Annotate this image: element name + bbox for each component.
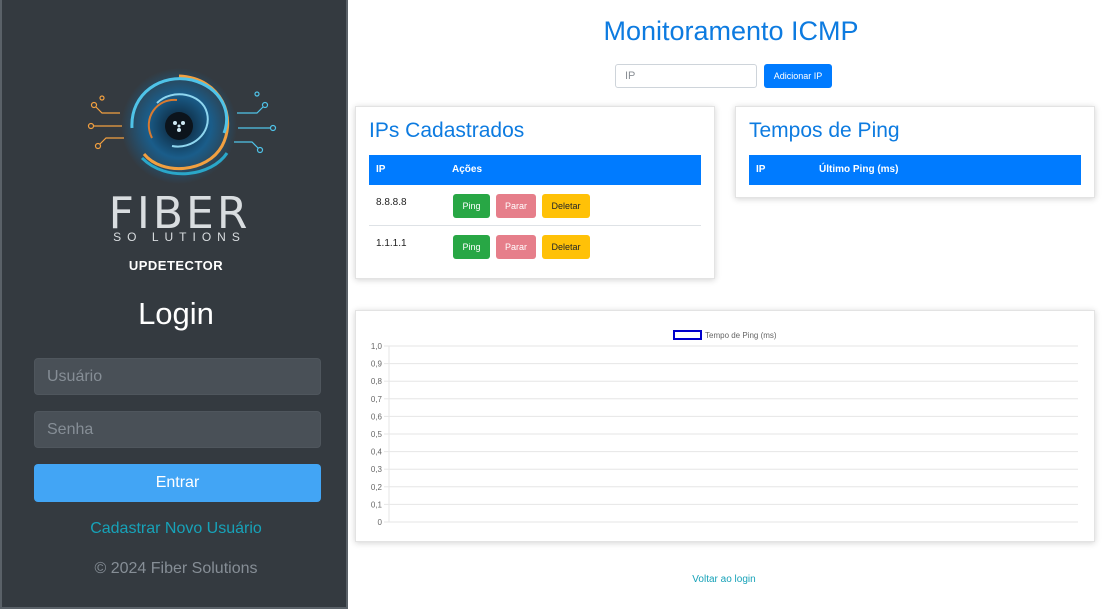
y-tick-label: 0,9 xyxy=(371,360,383,369)
y-tick-label: 0,7 xyxy=(371,395,383,404)
legend-label[interactable]: Tempo de Ping (ms) xyxy=(705,331,777,340)
y-tick-label: 0,1 xyxy=(371,500,383,509)
legend-swatch[interactable] xyxy=(673,330,702,340)
username-input[interactable] xyxy=(34,358,321,395)
delete-button[interactable]: Deletar xyxy=(542,194,590,218)
delete-button[interactable]: Deletar xyxy=(542,235,590,259)
ping-chart: 1,0 0,9 0,8 0,7 0,6 0,5 0,4 0,3 0,2 0,1 0 Tempo de … xyxy=(371,330,1078,527)
copyright-text: © 2024 Fiber Solutions xyxy=(94,560,258,577)
ip-input[interactable] xyxy=(615,64,757,88)
stop-button[interactable]: Parar xyxy=(496,194,536,218)
login-button[interactable]: Entrar xyxy=(34,464,321,502)
y-tick-label: 0,6 xyxy=(371,412,383,421)
y-tick-label: 0,2 xyxy=(371,483,383,492)
column-header-ip: IP xyxy=(756,164,766,175)
register-link[interactable]: Cadastrar Novo Usuário xyxy=(2,520,350,538)
table-row: 1.1.1.1 Ping Parar Deletar xyxy=(369,226,701,267)
login-panel: FIBER SO LUTIONS UPDETECTOR Login Entrar… xyxy=(0,0,348,609)
registered-ips-card: IPs Cadastrados IP Ações 8.8.8.8 Ping Pa… xyxy=(355,106,715,279)
fiber-solutions-logo: FIBER SO LUTIONS xyxy=(72,58,287,248)
y-tick-label: 0,5 xyxy=(371,430,383,439)
column-header-ip: IP xyxy=(376,164,386,175)
ping-chart-card: 1,0 0,9 0,8 0,7 0,6 0,5 0,4 0,3 0,2 0,1 0 Tempo de … xyxy=(355,310,1095,542)
y-tick-label: 0,4 xyxy=(371,448,383,457)
ip-cell: 1.1.1.1 xyxy=(376,238,407,249)
logo-subwordmark: SO LUTIONS xyxy=(113,230,246,244)
ip-cell: 8.8.8.8 xyxy=(376,197,407,208)
y-tick-label: 0,3 xyxy=(371,465,383,474)
ips-table-header: IP Ações xyxy=(369,155,701,185)
back-to-login-link[interactable]: Voltar ao login xyxy=(348,574,1100,585)
y-tick-label: 1,0 xyxy=(371,342,383,351)
password-input[interactable] xyxy=(34,411,321,448)
ping-times-title: Tempos de Ping xyxy=(749,119,900,142)
login-title: Login xyxy=(138,296,214,331)
column-header-actions: Ações xyxy=(452,164,483,175)
add-ip-button[interactable]: Adicionar IP xyxy=(764,64,832,88)
table-row: 8.8.8.8 Ping Parar Deletar xyxy=(369,185,701,226)
y-tick-label: 0 xyxy=(378,518,383,527)
column-header-last-ping: Último Ping (ms) xyxy=(819,164,899,175)
ping-button[interactable]: Ping xyxy=(453,194,490,218)
ping-times-card: Tempos de Ping IP Último Ping (ms) xyxy=(735,106,1095,198)
swirl-logo-icon xyxy=(87,68,277,184)
page-title: Monitoramento ICMP xyxy=(603,16,859,46)
ping-table-header: IP Último Ping (ms) xyxy=(749,155,1081,185)
ping-button[interactable]: Ping xyxy=(453,235,490,259)
y-tick-label: 0,8 xyxy=(371,377,383,386)
registered-ips-title: IPs Cadastrados xyxy=(369,119,525,142)
stop-button[interactable]: Parar xyxy=(496,235,536,259)
app-name: UPDETECTOR xyxy=(128,258,224,273)
